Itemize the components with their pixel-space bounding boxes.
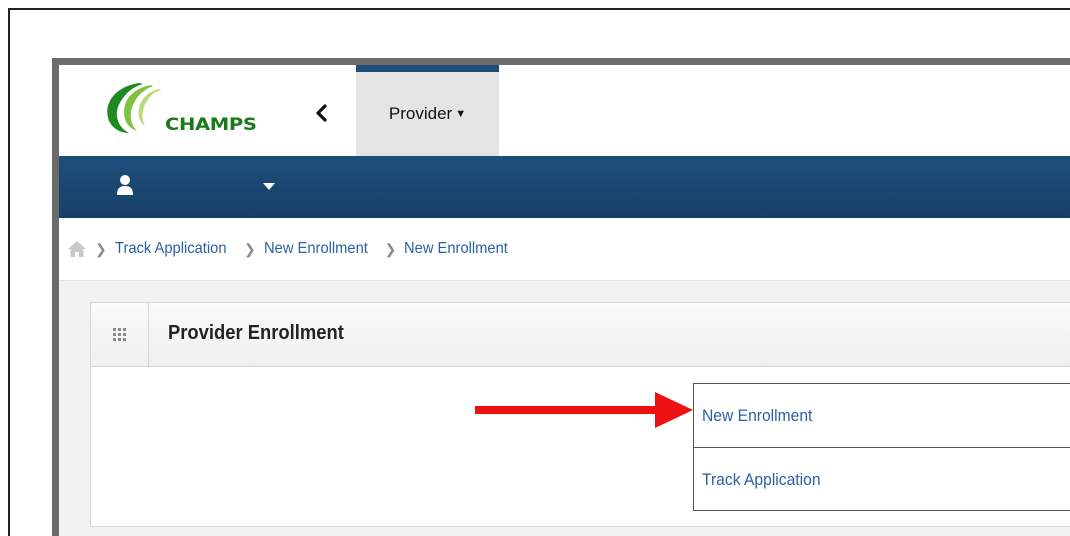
- grid-icon: [112, 327, 126, 341]
- breadcrumb-new-enrollment-current[interactable]: New Enrollment: [404, 240, 508, 258]
- breadcrumb-new-enrollment[interactable]: New Enrollment: [264, 240, 368, 258]
- annotation-red-arrow: [475, 392, 693, 428]
- collapse-button[interactable]: [309, 101, 333, 125]
- user-menu-caret-icon[interactable]: [263, 183, 275, 190]
- caret-down-icon: ▼: [455, 108, 467, 120]
- breadcrumb: ❯ Track Application ❯ New Enrollment ❯ N…: [59, 218, 1070, 281]
- champs-logo[interactable]: CHAMPS: [99, 77, 257, 135]
- breadcrumb-separator: ❯: [95, 240, 107, 257]
- panel-title: Provider Enrollment: [168, 322, 344, 344]
- panel-header: Provider Enrollment: [91, 303, 1070, 367]
- tab-provider-label: Provider: [388, 104, 453, 123]
- menu-item-track-application[interactable]: Track Application: [694, 447, 1070, 511]
- top-header: CHAMPS Provider ▼: [59, 65, 1070, 156]
- breadcrumb-track-application[interactable]: Track Application: [115, 240, 227, 258]
- user-bar: [59, 156, 1070, 218]
- chevron-left-icon: [316, 104, 327, 122]
- menu-item-label: New Enrollment: [702, 405, 813, 425]
- user-icon[interactable]: [116, 174, 134, 196]
- menu-item-new-enrollment[interactable]: New Enrollment: [694, 384, 1070, 447]
- tab-provider[interactable]: Provider ▼: [356, 65, 499, 156]
- menu-item-label: Track Application: [702, 469, 821, 489]
- enrollment-menu: New Enrollment Track Application: [693, 383, 1070, 511]
- grid-cell: [91, 303, 149, 366]
- breadcrumb-separator: ❯: [384, 240, 397, 257]
- home-icon[interactable]: [67, 240, 87, 258]
- logo-text: CHAMPS: [165, 115, 257, 135]
- breadcrumb-separator: ❯: [243, 240, 256, 257]
